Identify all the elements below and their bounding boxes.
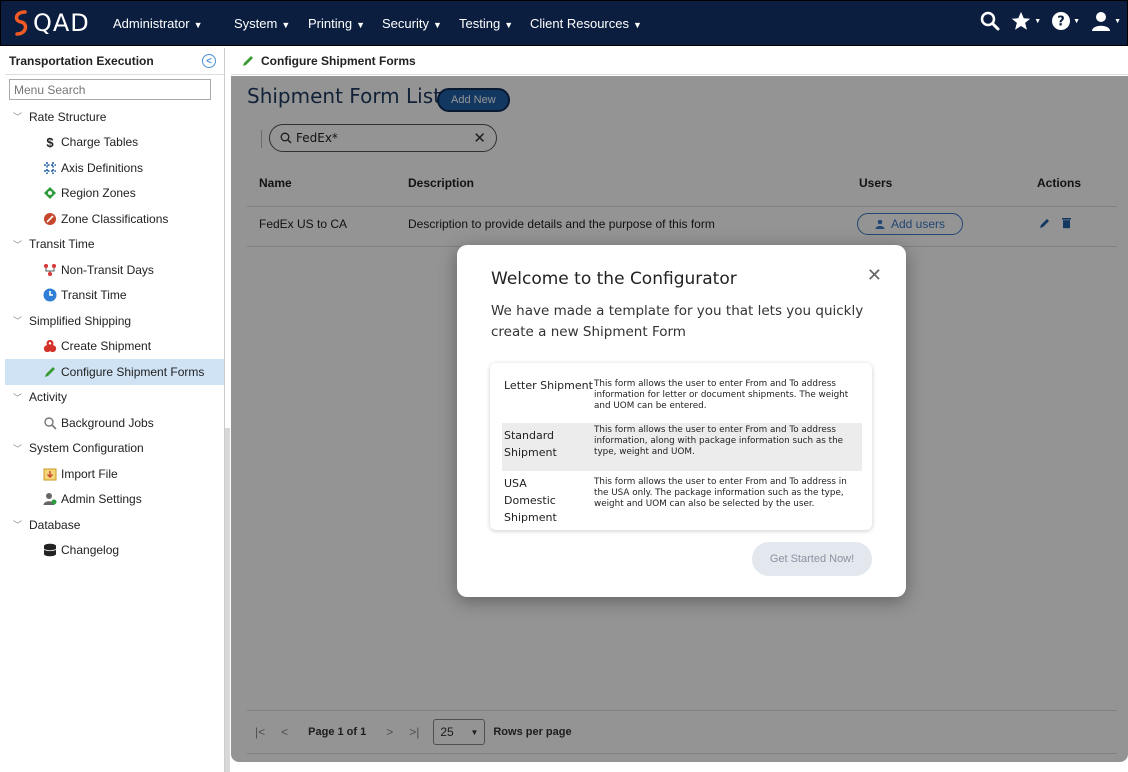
menu-client-resources[interactable]: Client Resources ▼ — [530, 16, 642, 31]
menu-security[interactable]: Security ▼ — [382, 16, 442, 31]
chevron-down-icon: ﹀ — [13, 443, 23, 454]
group-simplified-shipping[interactable]: ﹀ Simplified Shipping — [5, 308, 224, 334]
import-icon — [43, 467, 57, 481]
close-icon[interactable]: ✕ — [867, 265, 882, 286]
admin-icon — [43, 492, 57, 506]
option-name: Letter Shipment — [504, 379, 593, 392]
qad-logo[interactable]: QAD — [11, 9, 90, 37]
chevron-down-icon: ﹀ — [13, 316, 23, 327]
sidebar-item-axis-definitions[interactable]: Axis Definitions — [5, 155, 224, 181]
dollar-icon: $ — [46, 134, 54, 150]
sidebar-item-changelog[interactable]: Changelog — [5, 538, 224, 564]
dialog-title: Welcome to the Configurator — [491, 269, 737, 289]
menu-search-input[interactable] — [9, 79, 211, 100]
sidebar-item-configure-shipment-forms[interactable]: Configure Shipment Forms — [5, 359, 224, 385]
chevron-down-icon: ﹀ — [13, 392, 23, 403]
sidebar-item-charge-tables[interactable]: $ Charge Tables — [5, 130, 224, 156]
svg-text:?: ? — [1057, 15, 1065, 30]
sidebar-title: Transportation Execution — [9, 54, 154, 68]
group-rate-structure[interactable]: ﹀ Rate Structure — [5, 104, 224, 130]
sidebar-item-region-zones[interactable]: Region Zones — [5, 181, 224, 207]
option-letter-shipment[interactable]: Letter Shipment This form allows the use… — [502, 377, 862, 417]
breadcrumb: Configure Shipment Forms — [231, 48, 1128, 75]
magnifier-icon — [43, 416, 57, 430]
group-database[interactable]: ﹀ Database — [5, 512, 224, 538]
group-system-configuration[interactable]: ﹀ System Configuration — [5, 436, 224, 462]
page-bottom — [231, 762, 1128, 772]
axis-icon — [43, 161, 57, 175]
sidebar-item-create-shipment[interactable]: Create Shipment — [5, 334, 224, 360]
option-name: Standard Shipment — [504, 429, 557, 459]
group-activity[interactable]: ﹀ Activity — [5, 385, 224, 411]
zone-icon — [43, 212, 57, 226]
boxes-icon — [43, 339, 57, 353]
sidebar-scrollbar[interactable] — [225, 428, 230, 772]
user-profile-icon[interactable]: ▼ — [1090, 10, 1121, 32]
template-options-card: Letter Shipment This form allows the use… — [490, 363, 872, 530]
option-description: This form allows the user to enter From … — [594, 379, 849, 411]
brand-name: QAD — [33, 9, 90, 37]
administrator-menu[interactable]: Administrator ▼ — [113, 16, 203, 31]
qad-swirl-icon — [14, 10, 28, 36]
favorites-star-icon[interactable]: ▼ — [1010, 10, 1041, 32]
menu-system[interactable]: System ▼ — [234, 16, 290, 31]
help-icon[interactable]: ? ▼ — [1051, 11, 1080, 31]
breadcrumb-label: Configure Shipment Forms — [261, 54, 416, 68]
clock-icon — [43, 288, 57, 302]
pencil-icon — [243, 56, 253, 66]
sidebar-item-transit-time[interactable]: Transit Time — [5, 283, 224, 309]
sidebar: Transportation Execution < ﹀Rate Structu… — [5, 48, 230, 772]
option-usa-domestic-shipment[interactable]: USA Domestic Shipment This form allows t… — [502, 475, 862, 524]
group-transit-time[interactable]: ﹀ Transit Time — [5, 232, 224, 258]
option-description: This form allows the user to enter From … — [594, 425, 844, 457]
sidebar-item-import-file[interactable]: Import File — [5, 461, 224, 487]
sidebar-item-non-transit-days[interactable]: Non-Transit Days — [5, 257, 224, 283]
get-started-button[interactable]: Get Started Now! — [752, 542, 872, 576]
collapse-sidebar-icon[interactable]: < — [202, 54, 216, 68]
dialog-subtitle: We have made a template for you that let… — [491, 303, 864, 340]
sidebar-header: Transportation Execution < — [5, 48, 224, 75]
chevron-down-icon: ﹀ — [13, 520, 23, 531]
menu-tree: ﹀ Rate Structure $ Charge Tables Axis Defi… — [5, 104, 224, 563]
search-icon[interactable] — [980, 11, 1000, 31]
sidebar-item-zone-classifications[interactable]: Zone Classifications — [5, 206, 224, 232]
option-name: USA Domestic Shipment — [504, 477, 557, 524]
menu-testing[interactable]: Testing ▼ — [459, 16, 513, 31]
sidebar-item-background-jobs[interactable]: Background Jobs — [5, 410, 224, 436]
chevron-down-icon: ﹀ — [13, 112, 23, 123]
welcome-dialog: Welcome to the Configurator ✕ We have ma… — [457, 245, 906, 597]
pencil-icon — [43, 365, 57, 379]
top-navigation-bar: QAD Administrator ▼ System ▼ Printing ▼ Sec… — [0, 0, 1128, 46]
region-icon — [43, 186, 57, 200]
database-icon — [43, 543, 57, 557]
calendar-off-icon — [43, 263, 57, 277]
option-description: This form allows the user to enter From … — [594, 477, 847, 509]
menu-printing[interactable]: Printing ▼ — [308, 16, 365, 31]
option-standard-shipment[interactable]: Standard Shipment This form allows the u… — [502, 423, 862, 471]
chevron-down-icon: ﹀ — [13, 239, 23, 250]
sidebar-item-admin-settings[interactable]: Admin Settings — [5, 487, 224, 513]
